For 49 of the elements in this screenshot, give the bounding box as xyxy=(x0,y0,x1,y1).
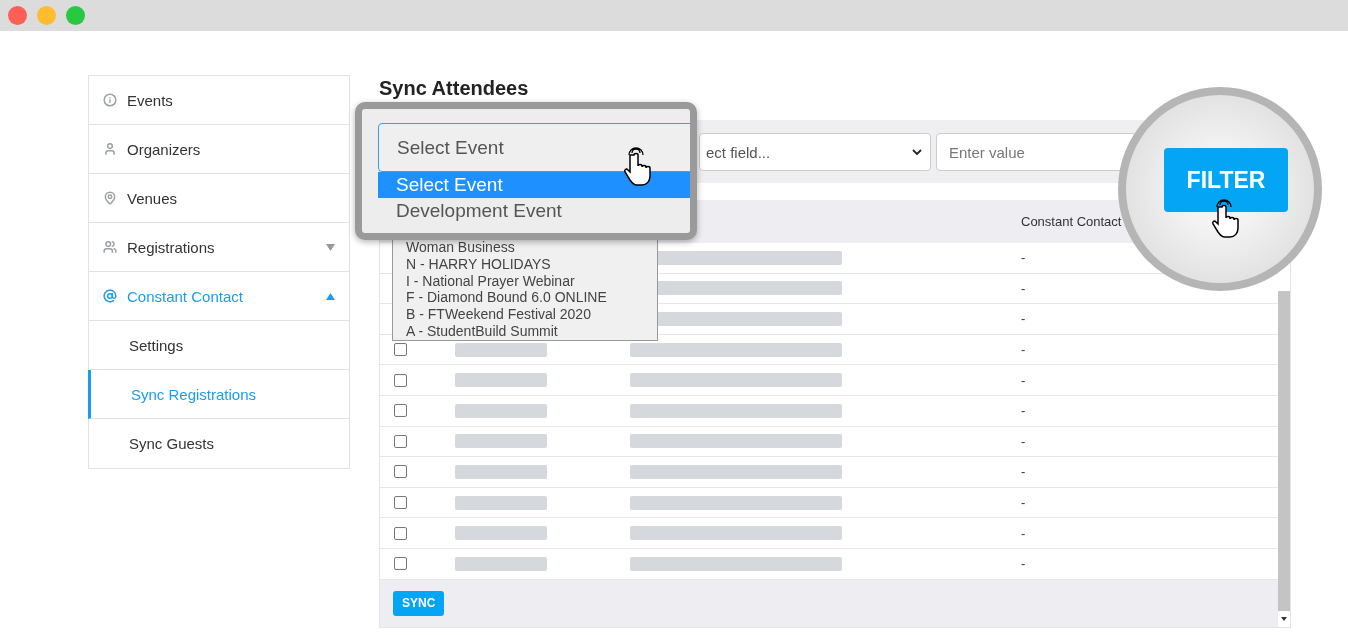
sidebar-item[interactable]: Organizers xyxy=(89,125,349,174)
table-cell: - xyxy=(1021,372,1026,388)
table-cell: - xyxy=(1021,342,1026,358)
chevron-down-icon xyxy=(912,148,922,156)
dropdown-option[interactable]: N - HARRY HOLIDAYS xyxy=(393,255,657,273)
maximize-window-dot[interactable] xyxy=(66,6,85,25)
row-checkbox[interactable] xyxy=(394,343,407,357)
event-select[interactable]: Select Event xyxy=(378,123,690,172)
sidebar-item[interactable]: Venues xyxy=(89,174,349,223)
menu-icon xyxy=(103,93,117,107)
table-cell: - xyxy=(1021,250,1026,266)
row-checkbox[interactable] xyxy=(394,373,407,387)
dropdown-option[interactable]: Woman Business xyxy=(393,239,657,256)
dropdown-option[interactable]: B - FTWeekend Festival 2020 xyxy=(393,306,657,323)
sidebar-item[interactable]: Events xyxy=(89,76,349,125)
table-cell: - xyxy=(1021,495,1026,511)
table-cell: - xyxy=(1021,556,1026,572)
table-cell: - xyxy=(1021,403,1026,419)
field-select[interactable]: ect field... xyxy=(699,133,931,171)
table-cell: - xyxy=(1021,311,1026,327)
minimize-window-dot[interactable] xyxy=(37,6,56,25)
menu-icon xyxy=(103,240,117,254)
close-window-dot[interactable] xyxy=(8,6,27,25)
table-cell: - xyxy=(1021,525,1026,541)
table-cell: - xyxy=(1021,280,1026,296)
row-checkbox[interactable] xyxy=(394,404,407,418)
dropdown-option[interactable]: F - Diamond Bound 6.0 ONLINE xyxy=(393,289,657,307)
sidebar-item[interactable]: Registrations xyxy=(89,223,349,272)
table-cell: - xyxy=(1021,464,1026,480)
sidebar-subitem[interactable]: Settings xyxy=(89,321,349,370)
row-checkbox[interactable] xyxy=(394,434,407,448)
dropdown-option[interactable]: Development Event xyxy=(378,198,690,224)
row-checkbox[interactable] xyxy=(394,465,407,479)
caret-icon xyxy=(326,292,335,300)
sidebar-subitem[interactable]: Sync Guests xyxy=(89,419,349,468)
menu-icon xyxy=(103,142,117,156)
dropdown-option[interactable]: A - StudentBuild Summit xyxy=(393,323,657,340)
scrollbar[interactable] xyxy=(1278,291,1290,611)
dropdown-option[interactable]: I - National Prayer Webinar xyxy=(393,272,657,290)
row-checkbox[interactable] xyxy=(394,496,407,510)
menu-icon xyxy=(103,289,117,303)
menu-icon xyxy=(103,191,117,205)
row-checkbox[interactable] xyxy=(394,526,407,540)
row-checkbox[interactable] xyxy=(394,557,407,571)
table-cell: - xyxy=(1021,433,1026,449)
page-title: Sync Attendees xyxy=(379,76,530,101)
column-header: Constant Contact xyxy=(1020,214,1123,229)
caret-icon xyxy=(326,243,335,251)
value-input[interactable]: Enter value xyxy=(936,133,1136,171)
